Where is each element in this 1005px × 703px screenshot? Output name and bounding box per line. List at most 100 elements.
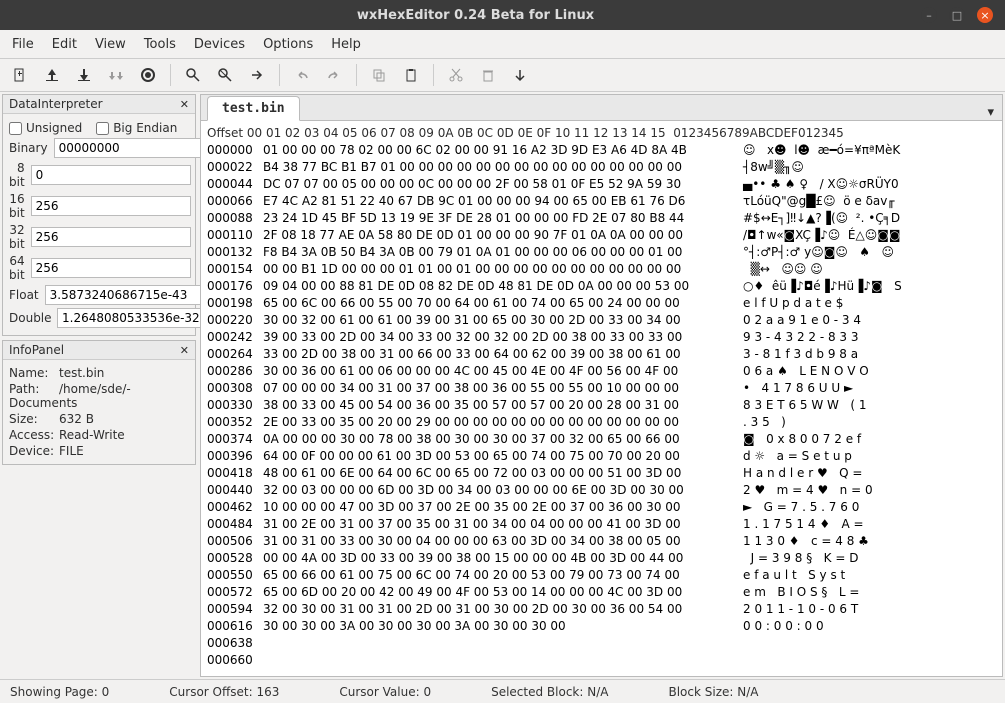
- info-name-label: Name:: [9, 366, 59, 380]
- hex-row[interactable]: 000110 2F 08 18 77 AE 0A 58 80 DE 0D 01 …: [207, 227, 996, 244]
- menu-help[interactable]: Help: [331, 37, 361, 52]
- info-panel-close-icon[interactable]: ✕: [180, 344, 189, 357]
- hex-row[interactable]: 000000 01 00 00 00 78 02 00 00 6C 02 00 …: [207, 142, 996, 159]
- menu-edit[interactable]: Edit: [52, 37, 77, 52]
- hex-row[interactable]: 000176 09 04 00 00 88 81 DE 0D 08 82 DE …: [207, 278, 996, 295]
- bit64-label: 64 bit: [9, 254, 25, 282]
- double-label: Double: [9, 311, 51, 325]
- insert-button[interactable]: [506, 62, 534, 88]
- close-button[interactable]: ×: [977, 7, 993, 23]
- hex-row[interactable]: 000242 39 00 33 00 2D 00 34 00 33 00 32 …: [207, 329, 996, 346]
- find-button[interactable]: [179, 62, 207, 88]
- status-cursor-offset: Cursor Offset: 163: [169, 685, 279, 699]
- menu-devices[interactable]: Devices: [194, 37, 245, 52]
- hex-row[interactable]: 000220 30 00 32 00 61 00 61 00 39 00 31 …: [207, 312, 996, 329]
- window-title: wxHexEditor 0.24 Beta for Linux: [30, 8, 921, 23]
- status-block-size: Block Size: N/A: [668, 685, 758, 699]
- bit32-input[interactable]: [31, 227, 191, 247]
- status-selected-block: Selected Block: N/A: [491, 685, 608, 699]
- hex-row[interactable]: 000616 30 00 30 00 3A 00 30 00 30 00 3A …: [207, 618, 996, 635]
- hex-row[interactable]: 000572 65 00 6D 00 20 00 42 00 49 00 4F …: [207, 584, 996, 601]
- menubar: File Edit View Tools Devices Options Hel…: [0, 30, 1005, 58]
- bit16-input[interactable]: [31, 196, 191, 216]
- hex-row[interactable]: 000550 65 00 66 00 61 00 75 00 6C 00 74 …: [207, 567, 996, 584]
- maximize-button[interactable]: □: [949, 7, 965, 23]
- unsigned-checkbox[interactable]: [9, 122, 22, 135]
- info-size-label: Size:: [9, 412, 59, 426]
- bit64-input[interactable]: [31, 258, 191, 278]
- hex-row[interactable]: 000638: [207, 635, 996, 652]
- delete-button[interactable]: [474, 62, 502, 88]
- copy-button[interactable]: [365, 62, 393, 88]
- binary-label: Binary: [9, 141, 48, 155]
- cut-button[interactable]: [442, 62, 470, 88]
- redo-button[interactable]: [320, 62, 348, 88]
- replace-button[interactable]: [211, 62, 239, 88]
- double-input[interactable]: [57, 308, 217, 328]
- hex-row[interactable]: 000044 DC 07 07 00 05 00 00 00 0C 00 00 …: [207, 176, 996, 193]
- hex-row[interactable]: 000022 B4 38 77 BC B1 B7 01 00 00 00 00 …: [207, 159, 996, 176]
- binary-input[interactable]: [54, 138, 214, 158]
- hex-row[interactable]: 000440 32 00 03 00 00 00 6D 00 3D 00 34 …: [207, 482, 996, 499]
- hex-row[interactable]: 000352 2E 00 33 00 35 00 20 00 29 00 00 …: [207, 414, 996, 431]
- info-panel: InfoPanel ✕ Name:test.bin Path:/home/sde…: [2, 340, 196, 465]
- goto-button[interactable]: [243, 62, 271, 88]
- menu-file[interactable]: File: [12, 37, 34, 52]
- data-interpreter-panel: DataInterpreter ✕ Unsigned Big Endian Bi…: [2, 94, 196, 336]
- hex-view[interactable]: Offset 00 01 02 03 04 05 06 07 08 09 0A …: [201, 121, 1002, 676]
- open-file-button[interactable]: [38, 62, 66, 88]
- hex-row[interactable]: 000506 31 00 31 00 33 00 30 00 04 00 00 …: [207, 533, 996, 550]
- bit8-label: 8 bit: [9, 161, 25, 189]
- paste-button[interactable]: [397, 62, 425, 88]
- data-interpreter-close-icon[interactable]: ✕: [180, 98, 189, 111]
- hex-row[interactable]: 000264 33 00 2D 00 38 00 31 00 66 00 33 …: [207, 346, 996, 363]
- hex-row[interactable]: 000484 31 00 2E 00 31 00 37 00 35 00 31 …: [207, 516, 996, 533]
- hex-row[interactable]: 000462 10 00 00 00 47 00 3D 00 37 00 2E …: [207, 499, 996, 516]
- hex-row[interactable]: 000198 65 00 6C 00 66 00 55 00 70 00 64 …: [207, 295, 996, 312]
- save-as-button[interactable]: [102, 62, 130, 88]
- minimize-button[interactable]: –: [921, 7, 937, 23]
- bigendian-label: Big Endian: [113, 121, 177, 135]
- unsigned-label: Unsigned: [26, 121, 82, 135]
- info-panel-title: InfoPanel: [9, 343, 64, 357]
- menu-view[interactable]: View: [95, 37, 126, 52]
- new-file-button[interactable]: [6, 62, 34, 88]
- info-device-value: FILE: [59, 444, 84, 458]
- bit8-input[interactable]: [31, 165, 191, 185]
- hex-row[interactable]: 000330 38 00 33 00 45 00 54 00 36 00 35 …: [207, 397, 996, 414]
- hex-row[interactable]: 000528 00 00 4A 00 3D 00 33 00 39 00 38 …: [207, 550, 996, 567]
- tab-testbin[interactable]: test.bin: [207, 96, 300, 121]
- hex-row[interactable]: 000066 E7 4C A2 81 51 22 40 67 DB 9C 01 …: [207, 193, 996, 210]
- toolbar: [0, 58, 1005, 92]
- bit16-label: 16 bit: [9, 192, 25, 220]
- undo-button[interactable]: [288, 62, 316, 88]
- tabbar: test.bin ▾: [201, 95, 1002, 121]
- hex-editor: test.bin ▾ Offset 00 01 02 03 04 05 06 0…: [200, 94, 1003, 677]
- hex-header-row: Offset 00 01 02 03 04 05 06 07 08 09 0A …: [207, 125, 996, 142]
- bit32-label: 32 bit: [9, 223, 25, 251]
- float-input[interactable]: [45, 285, 205, 305]
- hex-row[interactable]: 000418 48 00 61 00 6E 00 64 00 6C 00 65 …: [207, 465, 996, 482]
- data-interpreter-title: DataInterpreter: [9, 97, 103, 111]
- tab-dropdown-icon[interactable]: ▾: [979, 105, 1002, 120]
- hex-row[interactable]: 000308 07 00 00 00 34 00 31 00 37 00 38 …: [207, 380, 996, 397]
- titlebar: wxHexEditor 0.24 Beta for Linux – □ ×: [0, 0, 1005, 30]
- status-cursor-value: Cursor Value: 0: [339, 685, 431, 699]
- hex-row[interactable]: 000594 32 00 30 00 31 00 31 00 2D 00 31 …: [207, 601, 996, 618]
- info-device-label: Device:: [9, 444, 59, 458]
- menu-tools[interactable]: Tools: [144, 37, 176, 52]
- hex-row[interactable]: 000374 0A 00 00 00 30 00 78 00 38 00 30 …: [207, 431, 996, 448]
- close-file-button[interactable]: [134, 62, 162, 88]
- status-page: Showing Page: 0: [10, 685, 109, 699]
- hex-row[interactable]: 000396 64 00 0F 00 00 00 61 00 3D 00 53 …: [207, 448, 996, 465]
- info-access-value: Read-Write: [59, 428, 125, 442]
- statusbar: Showing Page: 0 Cursor Offset: 163 Curso…: [0, 679, 1005, 703]
- hex-row[interactable]: 000132 F8 B4 3A 0B 50 B4 3A 0B 00 79 01 …: [207, 244, 996, 261]
- menu-options[interactable]: Options: [263, 37, 313, 52]
- hex-row[interactable]: 000286 30 00 36 00 61 00 06 00 00 00 4C …: [207, 363, 996, 380]
- hex-row[interactable]: 000154 00 00 B1 1D 00 00 00 01 01 00 01 …: [207, 261, 996, 278]
- save-file-button[interactable]: [70, 62, 98, 88]
- bigendian-checkbox[interactable]: [96, 122, 109, 135]
- hex-row[interactable]: 000660: [207, 652, 996, 669]
- hex-row[interactable]: 000088 23 24 1D 45 BF 5D 13 19 9E 3F DE …: [207, 210, 996, 227]
